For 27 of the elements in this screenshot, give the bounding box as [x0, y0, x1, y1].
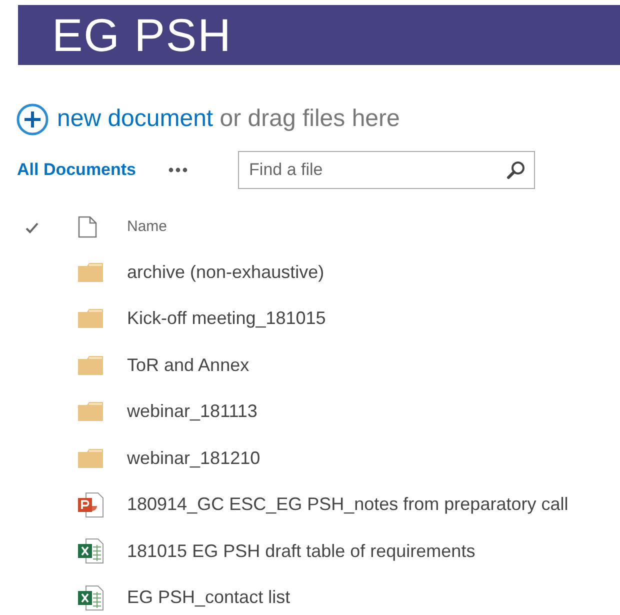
folder-icon: [78, 309, 103, 328]
folder-icon: [78, 356, 103, 375]
file-name-link[interactable]: 181015 EG PSH draft table of requirements: [127, 538, 476, 565]
new-document-link[interactable]: new document: [57, 105, 214, 132]
add-icon[interactable]: [16, 102, 49, 136]
site-title: EG PSH: [52, 12, 232, 58]
file-name-link[interactable]: webinar_181113: [127, 398, 258, 426]
file-name-link[interactable]: EG PSH_contact list: [127, 584, 290, 612]
spreadsheet-file-icon: [78, 538, 104, 564]
upload-prompt: new document or drag files here: [57, 104, 400, 134]
search-icon[interactable]: [506, 160, 526, 180]
view-tab[interactable]: All Documents: [17, 157, 136, 183]
folder-icon: [78, 448, 103, 468]
file-name-link[interactable]: Kick-off meeting_181015: [127, 305, 326, 332]
search-field[interactable]: Find a file: [238, 151, 536, 189]
column-header[interactable]: Name: [127, 216, 168, 238]
select-all-checkmark-icon[interactable]: [25, 222, 39, 234]
presentation-file-icon: [78, 492, 104, 518]
file-type-icon: [78, 216, 97, 238]
file-name-link[interactable]: 180914_GC ESC_EG PSH_notes from preparatory call: [127, 491, 568, 518]
folder-icon: [78, 262, 103, 282]
file-name-link[interactable]: webinar_181210: [127, 444, 260, 472]
file-name-link[interactable]: archive (non-exhaustive): [127, 258, 324, 286]
spreadsheet-file-icon: [78, 584, 104, 611]
more-options-button[interactable]: [168, 167, 188, 173]
folder-icon: [78, 402, 103, 422]
file-name-link[interactable]: ToR and Annex: [127, 352, 250, 379]
